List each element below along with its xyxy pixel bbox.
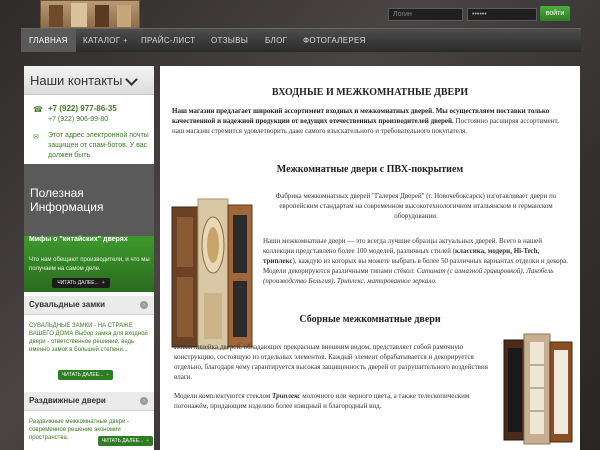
door-thumb xyxy=(71,3,87,27)
read-more-label: ЧИТАТЬ ДАЛЕЕ... xyxy=(57,280,99,286)
nav-item-home[interactable]: ГЛАВНАЯ xyxy=(21,29,76,52)
site-logo[interactable] xyxy=(40,0,140,30)
useful-info-title: Полезная Информация xyxy=(30,186,104,214)
pvc-factory-paragraph: Фабрика межкомнатных дверей "Галерея Две… xyxy=(275,192,557,220)
login-button[interactable]: войти xyxy=(540,6,570,21)
arrow-icon[interactable]: › xyxy=(140,397,148,405)
triplex-text-a: Модели комплектуются стеклом xyxy=(174,392,273,400)
nav-item-reviews[interactable]: ОТЗЫВЫ xyxy=(211,29,248,52)
locks-text: СУВАЛЬДНЫЕ ЗАМКИ - НА СТРАЖЕ ВАШЕГО ДОМА… xyxy=(29,323,148,353)
plus-icon: + xyxy=(146,438,150,444)
mail-icon: ✉ xyxy=(33,134,39,141)
phone-primary[interactable]: +7 (922) 977-86-35 xyxy=(48,104,117,113)
contacts-title: Наши контакты xyxy=(30,73,123,88)
chevron-down-icon[interactable] xyxy=(125,73,138,86)
phone-secondary[interactable]: +7 (922) 906-99-80 xyxy=(48,116,108,123)
nav-item-gallery[interactable]: ФОТОГАЛЕРЕЯ xyxy=(303,29,366,52)
locks-read-more-button[interactable]: ЧИТАТЬ ДАЛЕЕ... + xyxy=(58,370,113,380)
plus-icon: + xyxy=(106,372,110,378)
pvc-collection-paragraph: Наши межкомнатные двери — это всегда луч… xyxy=(263,236,569,286)
password-input[interactable]: •••••• xyxy=(467,8,537,21)
assembled-paragraph: Новая линейка дверей, обладающих прекрас… xyxy=(174,343,488,381)
pvc-heading: Межкомнатные двери с ПВХ-покрытием xyxy=(276,164,464,175)
triplex-word: Триплекс xyxy=(272,392,301,400)
phone-icon: ☎ xyxy=(33,105,43,114)
assembled-heading: Сборные межкомнатные двери xyxy=(299,314,441,325)
login-input[interactable]: Логин xyxy=(388,8,463,21)
pvc-doors-image xyxy=(171,198,253,350)
read-more-label: ЧИТАТЬ ДАЛЕЕ... xyxy=(101,438,144,444)
nav-item-blog[interactable]: БЛОГ xyxy=(265,29,287,52)
door-thumb xyxy=(95,5,109,27)
triplex-paragraph: Модели комплектуются стеклом Триплекс мо… xyxy=(174,391,496,411)
assembled-doors-image xyxy=(503,333,573,445)
sliding-read-more-button[interactable]: ЧИТАТЬ ДАЛЕЕ... + xyxy=(98,436,153,446)
myths-read-more-button[interactable]: ЧИТАТЬ ДАЛЕЕ... + xyxy=(52,278,110,288)
arrow-icon[interactable]: › xyxy=(140,301,148,309)
locks-title[interactable]: Сувальдные замки xyxy=(29,300,105,309)
sidebar: Наши контакты ☎ +7 (922) 977-86-35 +7 (9… xyxy=(24,66,154,450)
read-more-label: ЧИТАТЬ ДАЛЕЕ... xyxy=(61,372,104,378)
myths-article-text: Что нам обещают производители, и что мы … xyxy=(29,257,150,272)
nav-item-catalog[interactable]: КАТАЛОГ + xyxy=(83,29,128,52)
page-title: ВХОДНЫЕ И МЕЖКОМНАТНЫЕ ДВЕРИ xyxy=(271,87,469,98)
email-notice: Этот адрес электронной почты защищен от … xyxy=(48,132,149,159)
nav-item-pricelist[interactable]: ПРАЙС-ЛИСТ xyxy=(141,29,195,52)
door-thumb xyxy=(117,5,131,27)
intro-paragraph: Наш магазин предлагает широкий ассортиме… xyxy=(172,106,572,136)
plus-icon: + xyxy=(101,280,105,286)
main-content: ВХОДНЫЕ И МЕЖКОМНАТНЫЕ ДВЕРИ Наш магазин… xyxy=(160,66,580,450)
nav-item-label: КАТАЛОГ xyxy=(83,36,121,45)
myths-article-title[interactable]: Мифы о "китайских" дверях xyxy=(29,236,128,243)
main-navigation: ГЛАВНАЯ КАТАЛОГ + ПРАЙС-ЛИСТ ОТЗЫВЫ БЛОГ … xyxy=(21,28,581,52)
contacts-header[interactable]: Наши контакты xyxy=(24,66,154,95)
plus-icon: + xyxy=(123,38,128,45)
door-thumb xyxy=(49,5,63,27)
sliding-title[interactable]: Раздвижные двери xyxy=(29,396,106,405)
